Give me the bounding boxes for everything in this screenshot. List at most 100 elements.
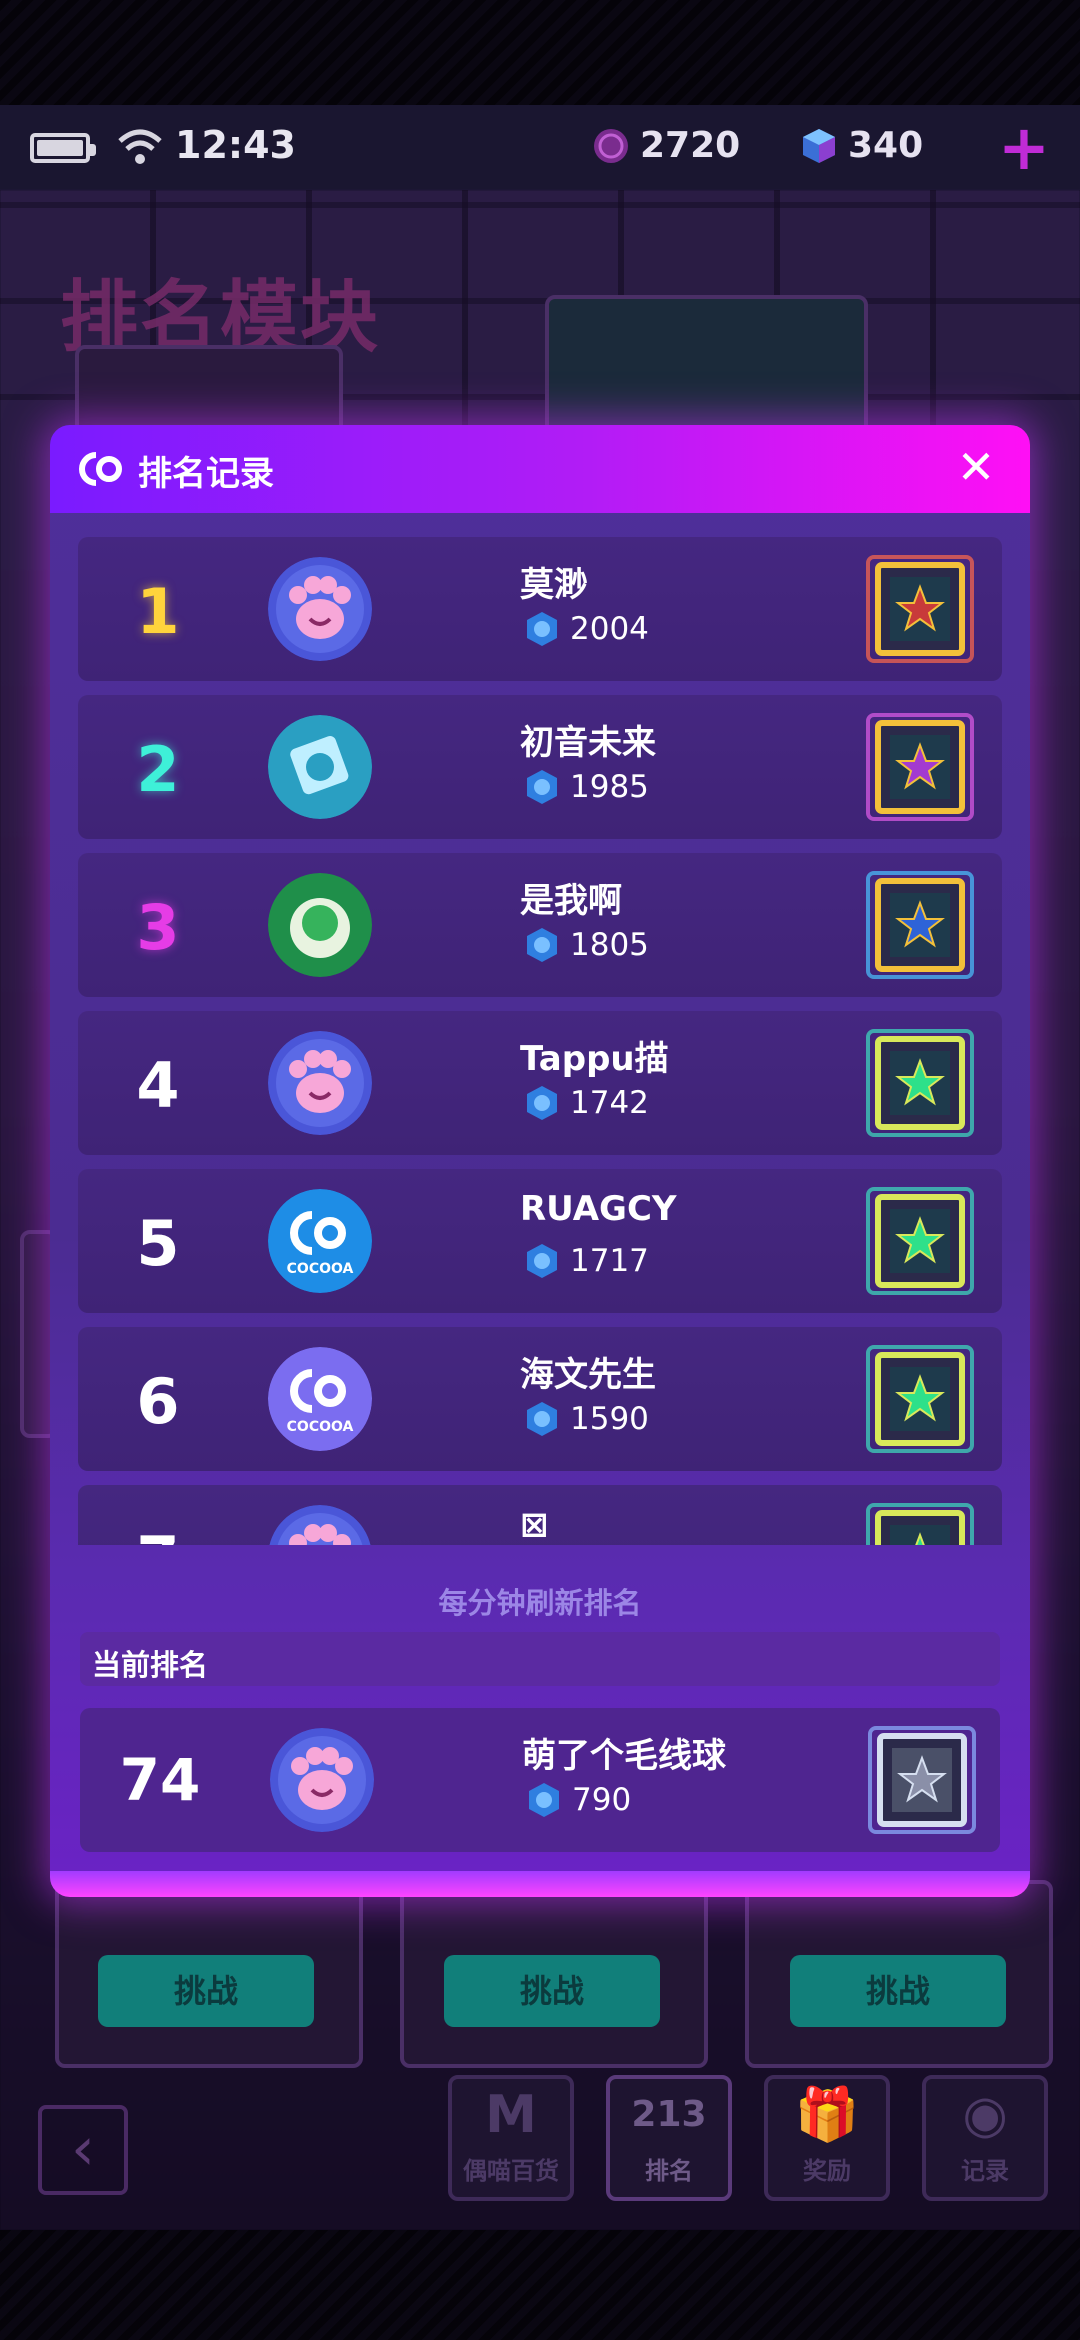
player-name: 莫渺	[520, 565, 588, 605]
rank-badge-icon	[860, 547, 980, 671]
rank-badge-icon	[860, 1179, 980, 1303]
back-button[interactable]: ‹	[38, 2105, 128, 2195]
rank-number: 4	[136, 1049, 180, 1122]
player-score: 2004	[524, 611, 649, 647]
player-score: 1717	[524, 1243, 649, 1279]
ranking-row[interactable]: 2 初音未来 1985	[78, 695, 1002, 839]
nav-records-label: 记录	[961, 2157, 1009, 2185]
player-avatar[interactable]: COCOOA	[268, 1347, 372, 1451]
battery-icon	[30, 133, 96, 163]
modal-bottom-glow	[50, 1871, 1030, 1897]
current-avatar	[270, 1728, 374, 1832]
score-value: 1717	[570, 1243, 649, 1279]
rank-badge-icon	[860, 705, 980, 829]
coin-counter[interactable]: 2720	[592, 125, 740, 166]
rank-badge-icon	[860, 1495, 980, 1545]
svg-text:COCOOA: COCOOA	[287, 1419, 354, 1435]
rank-badge-icon	[860, 1021, 980, 1145]
player-avatar[interactable]	[268, 1505, 372, 1545]
refresh-note: 每分钟刷新排名	[438, 1586, 642, 1620]
score-value: 1985	[570, 769, 649, 805]
score-gem-icon	[527, 1244, 557, 1278]
ranking-list[interactable]: 1 莫渺 2004 2 初音未来 1985 3 是我啊 1805 4 Tappu…	[78, 537, 1002, 1545]
coin-icon	[594, 128, 628, 163]
score-gem-icon	[527, 1402, 557, 1436]
rank-badge-icon	[860, 863, 980, 987]
current-rank-row: 74 萌了个毛线球 790	[80, 1708, 1000, 1852]
player-avatar[interactable]	[268, 715, 372, 819]
rank-number: 1	[136, 575, 180, 648]
player-name: 是我啊	[520, 881, 622, 921]
cube-icon	[803, 128, 835, 163]
status-bar: 12:43 2720 340 +	[0, 105, 1080, 190]
modal-title: 排名记录	[138, 454, 274, 494]
player-name: ⊠	[520, 1505, 549, 1545]
score-value: 1742	[570, 1085, 649, 1121]
score-gem-icon	[527, 770, 557, 804]
current-rank-header: 当前排名	[80, 1632, 1000, 1686]
cube-counter[interactable]: 340	[800, 125, 923, 166]
cocoa-logo-icon	[79, 452, 122, 486]
bottom-black-band	[0, 2230, 1080, 2340]
ranking-row[interactable]: 4 Tappu描 1742	[78, 1011, 1002, 1155]
rank-number: 6	[136, 1365, 180, 1438]
score-gem-icon	[527, 612, 557, 646]
player-avatar[interactable]	[268, 873, 372, 977]
svg-text:COCOOA: COCOOA	[287, 1261, 354, 1277]
player-avatar[interactable]: COCOOA	[268, 1189, 372, 1293]
current-rank-label: 当前排名	[92, 1648, 209, 1682]
score-gem-icon	[529, 1783, 559, 1817]
camera-icon: ◉	[962, 2085, 1008, 2145]
current-score: 790	[526, 1782, 631, 1818]
score-gem-icon	[527, 928, 557, 962]
coin-value: 2720	[640, 125, 741, 166]
player-name: Tappu描	[520, 1039, 669, 1079]
current-rank-number: 74	[119, 1746, 201, 1814]
challenge-button-2[interactable]: 挑战	[444, 1955, 660, 2027]
player-score: 1985	[524, 769, 649, 805]
ranking-row[interactable]: 5 COCOOA RUAGCY 1717	[78, 1169, 1002, 1313]
current-score-value: 790	[572, 1782, 632, 1818]
rank-badge-icon	[860, 1337, 980, 1461]
challenge-button-3[interactable]: 挑战	[790, 1955, 1006, 2027]
challenge-button-1[interactable]: 挑战	[98, 1955, 314, 2027]
rank-number: 3	[136, 891, 180, 964]
player-score: 1805	[524, 927, 649, 963]
ranking-row[interactable]: 7 ⊠	[78, 1485, 1002, 1545]
score-value: 2004	[570, 611, 649, 647]
player-score: 1590	[524, 1401, 649, 1437]
score-value: 1805	[570, 927, 649, 963]
top-black-band	[0, 0, 1080, 105]
nav-ranking[interactable]: 213 排名	[606, 2075, 732, 2201]
rank-number: 7	[78, 1523, 238, 1545]
rank-number: 5	[136, 1207, 180, 1280]
modal-header: 排名记录 ✕	[50, 425, 1030, 513]
add-currency-button[interactable]: +	[998, 117, 1050, 179]
score-gem-icon	[527, 1086, 557, 1120]
gift-icon: 🎁	[794, 2085, 860, 2145]
clock: 12:43	[175, 123, 296, 167]
background-window	[545, 295, 868, 443]
player-name: 海文先生	[520, 1355, 656, 1395]
close-button[interactable]: ✕	[946, 437, 1006, 497]
player-score: 1742	[524, 1085, 649, 1121]
player-name: RUAGCY	[520, 1189, 677, 1229]
silver-badge-icon	[862, 1718, 982, 1842]
ranking-modal: 排名记录 ✕ 1 莫渺 2004 2 初音未来 1985 3 是我啊 1805 …	[50, 425, 1030, 1897]
nav-rewards-label: 奖励	[803, 2157, 851, 2185]
ranking-row[interactable]: 1 莫渺 2004	[78, 537, 1002, 681]
score-value: 1590	[570, 1401, 649, 1437]
player-avatar[interactable]	[268, 1031, 372, 1135]
nav-shop[interactable]: M 偶喵百货	[448, 2075, 574, 2201]
ranking-icon: 213	[631, 2094, 707, 2135]
player-name: 初音未来	[520, 723, 656, 763]
player-avatar[interactable]	[268, 557, 372, 661]
shop-icon: M	[485, 2085, 537, 2145]
current-player-name: 萌了个毛线球	[522, 1736, 726, 1776]
ranking-row[interactable]: 3 是我啊 1805	[78, 853, 1002, 997]
cube-value: 340	[848, 125, 924, 166]
nav-rewards[interactable]: 🎁 奖励	[764, 2075, 890, 2201]
ranking-row[interactable]: 6 COCOOA 海文先生 1590	[78, 1327, 1002, 1471]
nav-records[interactable]: ◉ 记录	[922, 2075, 1048, 2201]
nav-ranking-label: 排名	[645, 2157, 693, 2185]
